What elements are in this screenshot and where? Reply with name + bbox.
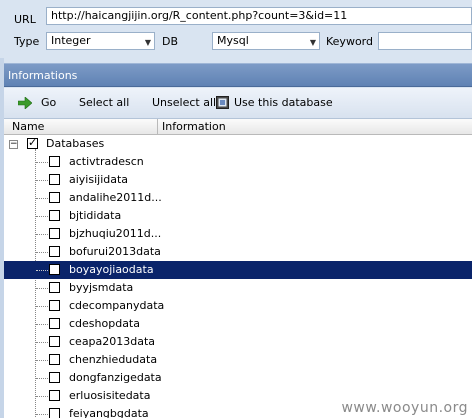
tree-item[interactable]: bjtididata	[4, 207, 472, 225]
tree-item[interactable]: bofurui2013data	[4, 243, 472, 261]
use-database-button[interactable]: Use this database	[234, 96, 333, 110]
item-checkbox[interactable]	[49, 174, 60, 185]
tree-branch-line	[36, 342, 48, 343]
tree-item[interactable]: activtradescn	[4, 153, 472, 171]
item-checkbox[interactable]	[49, 246, 60, 257]
root-label: Databases	[46, 137, 105, 150]
panel-header: Informations	[4, 63, 472, 87]
collapse-icon[interactable]: −	[9, 140, 18, 149]
item-checkbox[interactable]	[49, 156, 60, 167]
item-checkbox[interactable]	[49, 300, 60, 311]
tree-branch-line	[36, 180, 48, 181]
tree-branch-line	[36, 252, 48, 253]
url-input[interactable]: http://haicangjijin.org/R_content.php?co…	[46, 7, 472, 25]
column-separator[interactable]	[157, 119, 158, 134]
tree-item[interactable]: cdecompanydata	[4, 297, 472, 315]
item-label: activtradescn	[69, 155, 144, 168]
chevron-down-icon: ▼	[144, 38, 151, 47]
tree-branch-line	[36, 324, 48, 325]
item-checkbox[interactable]	[49, 318, 60, 329]
tree-branch-line	[36, 414, 48, 415]
database-icon	[216, 96, 229, 112]
item-checkbox[interactable]	[49, 390, 60, 401]
item-checkbox[interactable]	[49, 228, 60, 239]
tree-item[interactable]: chenzhiedudata	[4, 351, 472, 369]
column-information-header[interactable]: Information	[162, 120, 226, 134]
tree-item[interactable]: boyayojiaodata	[4, 261, 472, 279]
type-label: Type	[14, 35, 40, 48]
tree-item[interactable]: andalihe2011d...	[4, 189, 472, 207]
item-checkbox[interactable]	[49, 372, 60, 383]
type-select[interactable]: Integer ▼	[46, 32, 155, 50]
tree-item[interactable]: byyjsmdata	[4, 279, 472, 297]
unselect-all-button[interactable]: Unselect all	[152, 96, 216, 110]
tree-branch-line	[36, 306, 48, 307]
tree-branch-line	[36, 288, 48, 289]
item-label: bjzhuqiu2011d...	[69, 227, 162, 240]
tree-branch-line	[36, 270, 48, 271]
item-checkbox[interactable]	[49, 282, 60, 293]
keyword-label: Keyword	[326, 35, 373, 48]
item-label: dongfanzigedata	[69, 371, 162, 384]
db-label: DB	[162, 35, 179, 48]
item-label: boyayojiaodata	[69, 263, 154, 276]
item-label: bofurui2013data	[69, 245, 161, 258]
grid-header: Name Information	[4, 119, 472, 135]
tree-branch-line	[36, 162, 48, 163]
tree-branch-line	[36, 234, 48, 235]
item-label: ceapa2013data	[69, 335, 156, 348]
item-label: feiyangbgdata	[69, 407, 149, 418]
database-tree: − Databases activtradescn aiyisijidata and…	[4, 135, 472, 418]
root-checkbox[interactable]	[27, 136, 38, 149]
go-arrow-icon	[17, 96, 33, 112]
tree-branch-line	[36, 378, 48, 379]
item-label: byyjsmdata	[69, 281, 134, 294]
tree-branch-line	[36, 396, 48, 397]
tree-item[interactable]: dongfanzigedata	[4, 369, 472, 387]
item-checkbox[interactable]	[49, 264, 60, 275]
db-select[interactable]: Mysql ▼	[212, 32, 320, 50]
toolbar: Go Select all Unselect all Use this data…	[4, 88, 472, 119]
type-value: Integer	[51, 34, 91, 47]
select-all-button[interactable]: Select all	[79, 96, 129, 110]
tree-branch-line	[36, 216, 48, 217]
go-button[interactable]: Go	[41, 96, 56, 110]
tree-root[interactable]: − Databases	[4, 135, 472, 153]
item-checkbox[interactable]	[49, 192, 60, 203]
keyword-input[interactable]	[378, 32, 472, 50]
item-checkbox[interactable]	[49, 354, 60, 365]
tree-item[interactable]: aiyisijidata	[4, 171, 472, 189]
item-checkbox[interactable]	[49, 210, 60, 221]
watermark: www.wooyun.org	[341, 400, 468, 416]
item-label: chenzhiedudata	[69, 353, 158, 366]
item-label: cdeshopdata	[69, 317, 140, 330]
tree-item[interactable]: bjzhuqiu2011d...	[4, 225, 472, 243]
item-label: aiyisijidata	[69, 173, 129, 186]
item-label: bjtididata	[69, 209, 122, 222]
chevron-down-icon: ▼	[309, 38, 316, 47]
tree-branch-line	[36, 360, 48, 361]
column-name-header[interactable]: Name	[12, 120, 44, 134]
url-label: URL	[14, 13, 36, 26]
item-label: cdecompanydata	[69, 299, 165, 312]
db-value: Mysql	[217, 34, 249, 47]
tree-branch-line	[36, 198, 48, 199]
tree-item[interactable]: ceapa2013data	[4, 333, 472, 351]
tree-item[interactable]: cdeshopdata	[4, 315, 472, 333]
item-label: andalihe2011d...	[69, 191, 162, 204]
item-label: erluosisitedata	[69, 389, 151, 402]
item-checkbox[interactable]	[49, 336, 60, 347]
item-checkbox[interactable]	[49, 408, 60, 418]
